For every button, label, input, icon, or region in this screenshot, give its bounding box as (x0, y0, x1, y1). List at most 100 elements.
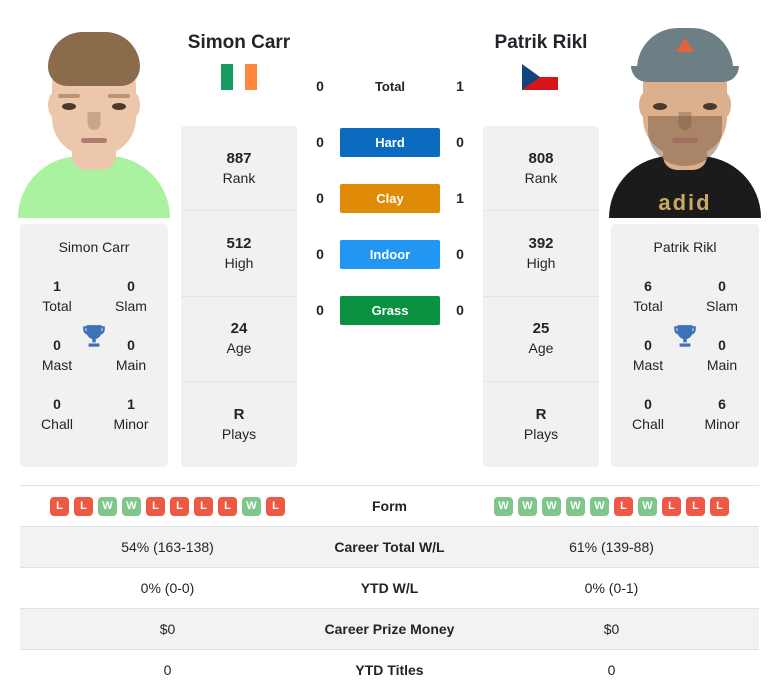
stats-right-career_total_wl: 61% (139-88) (569, 539, 654, 555)
player-rank-card-right: 808 Rank 392 High 25 Age R Plays (483, 126, 599, 467)
form-badge-loss[interactable]: L (662, 496, 681, 516)
ireland-flag-icon (221, 64, 257, 90)
player-name-left[interactable]: Simon Carr (144, 32, 334, 54)
age-value: 25 (532, 320, 550, 338)
titles-value: 6 (718, 396, 726, 413)
h2h-right-score-indoor: 0 (456, 246, 464, 262)
form-badge-win[interactable]: W (542, 496, 561, 516)
h2h-row-indoor: 0 Indoor 0 (300, 226, 480, 282)
player-titles-card-left: Simon Carr 1 Total 0 Slam 0 Mast 0 Main 0 Chall 1 M… (20, 224, 168, 467)
plays-cell: R Plays (181, 382, 297, 467)
h2h-right-score-grass: 0 (456, 302, 464, 318)
high-value: 392 (528, 234, 554, 252)
form-badge-win[interactable]: W (638, 496, 657, 516)
stats-label-career_total_wl: Career Total W/L (334, 539, 445, 555)
plays-value: R (535, 405, 547, 423)
h2h-surface-label-clay[interactable]: Clay (340, 183, 440, 213)
h2h-left-score-clay: 0 (316, 190, 324, 206)
form-badge-loss[interactable]: L (194, 496, 213, 516)
titles-cell-chall: 0 Chall (20, 385, 94, 444)
stats-row-career_prize_money: $0 Career Prize Money $0 (20, 608, 759, 650)
h2h-right-score-hard: 0 (456, 134, 464, 150)
high-cell: 512 High (181, 211, 297, 297)
titles-cell-slam: 0 Slam (685, 267, 759, 326)
h2h-surface-label-grass[interactable]: Grass (340, 295, 440, 325)
titles-value: 0 (718, 278, 726, 294)
form-badge-win[interactable]: W (98, 496, 117, 516)
flag-stripe-orange (245, 64, 257, 90)
h2h-right-score-total: 1 (456, 78, 464, 94)
stats-label-career_prize_money: Career Prize Money (324, 621, 455, 637)
h2h-surface-label-indoor[interactable]: Indoor (340, 239, 440, 269)
titles-label: Chall (632, 415, 664, 432)
age-cell: 24 Age (181, 297, 297, 382)
titles-label: Chall (41, 415, 73, 432)
rank-cell: 887 Rank (181, 126, 297, 212)
stats-row-form: L L W W L L L L W L Form W W W W W L W L L L (20, 485, 759, 527)
titles-cell-total: 1 Total (20, 267, 94, 326)
titles-cell-minor: 6 Minor (685, 385, 759, 444)
form-badge-loss[interactable]: L (266, 496, 285, 516)
stats-left-ytd_titles: 0 (163, 662, 172, 679)
player-name-right[interactable]: Patrik Rikl (446, 32, 636, 54)
form-badge-loss[interactable]: L (50, 496, 69, 516)
titles-label: Mast (632, 356, 664, 373)
eye-left (653, 103, 667, 110)
stats-row-career_total_wl: 54% (163-138) Career Total W/L 61% (139-88… (20, 526, 759, 568)
stats-left-career_prize_money: $0 (159, 621, 176, 637)
form-badge-win[interactable]: W (518, 496, 537, 516)
flag-triangle-blue (522, 64, 540, 90)
stats-right-ytd_wl: 0% (0-1) (584, 580, 639, 596)
h2h-right-score-clay: 1 (456, 190, 464, 206)
plays-label: Plays (221, 426, 257, 443)
stats-label-ytd_titles: YTD Titles (355, 662, 424, 679)
age-value: 24 (230, 320, 248, 338)
age-cell: 25 Age (483, 297, 599, 382)
rank-cell: 808 Rank (483, 126, 599, 212)
form-badge-loss[interactable]: L (218, 496, 237, 516)
plays-cell: R Plays (483, 382, 599, 467)
titles-label: Minor (113, 415, 149, 432)
high-label: High (224, 255, 254, 272)
stats-right-ytd_titles: 0 (607, 662, 616, 679)
titles-label: Main (706, 356, 738, 373)
h2h-row-clay: 0 Clay 1 (300, 170, 480, 226)
form-badge-win[interactable]: W (590, 496, 609, 516)
form-badge-loss[interactable]: L (686, 496, 705, 516)
form-badge-loss[interactable]: L (74, 496, 93, 516)
plays-label: Plays (523, 426, 559, 443)
shirt-text-right: adid (658, 190, 712, 215)
titles-value: 1 (127, 396, 135, 413)
eyebrow-right (108, 94, 130, 98)
form-badge-loss[interactable]: L (170, 496, 189, 516)
h2h-row-hard: 0 Hard 0 (300, 114, 480, 170)
plays-value: R (233, 405, 245, 423)
eye-right (703, 103, 717, 110)
hair-left (48, 32, 140, 86)
h2h-left-score-total: 0 (316, 78, 324, 94)
form-badge-win[interactable]: W (242, 496, 261, 516)
form-badge-win[interactable]: W (494, 496, 513, 516)
player-rank-card-left: 887 Rank 512 High 24 Age R Plays (181, 126, 297, 467)
rank-value: 887 (226, 149, 252, 167)
trophy-icon (674, 325, 696, 347)
eyebrow-left (58, 94, 80, 98)
high-cell: 392 High (483, 211, 599, 297)
form-badge-win[interactable]: W (122, 496, 141, 516)
age-label: Age (528, 340, 554, 357)
h2h-surface-label-hard[interactable]: Hard (340, 127, 440, 157)
mouth-left (81, 138, 107, 143)
stats-row-ytd_titles: 0 YTD Titles 0 (20, 649, 759, 691)
form-badge-loss[interactable]: L (146, 496, 165, 516)
eye-right (112, 103, 126, 110)
form-badge-loss[interactable]: L (614, 496, 633, 516)
flag-stripe-white (233, 64, 245, 90)
titles-cell-minor: 1 Minor (94, 385, 168, 444)
form-badge-win[interactable]: W (566, 496, 585, 516)
titles-value: 0 (53, 396, 61, 413)
titles-label: Minor (704, 415, 740, 432)
form-strip-right: WWWWWLWLLL (464, 496, 759, 516)
stats-row-ytd_wl: 0% (0-0) YTD W/L 0% (0-1) (20, 567, 759, 609)
form-badge-loss[interactable]: L (710, 496, 729, 516)
nose-right (678, 112, 692, 130)
